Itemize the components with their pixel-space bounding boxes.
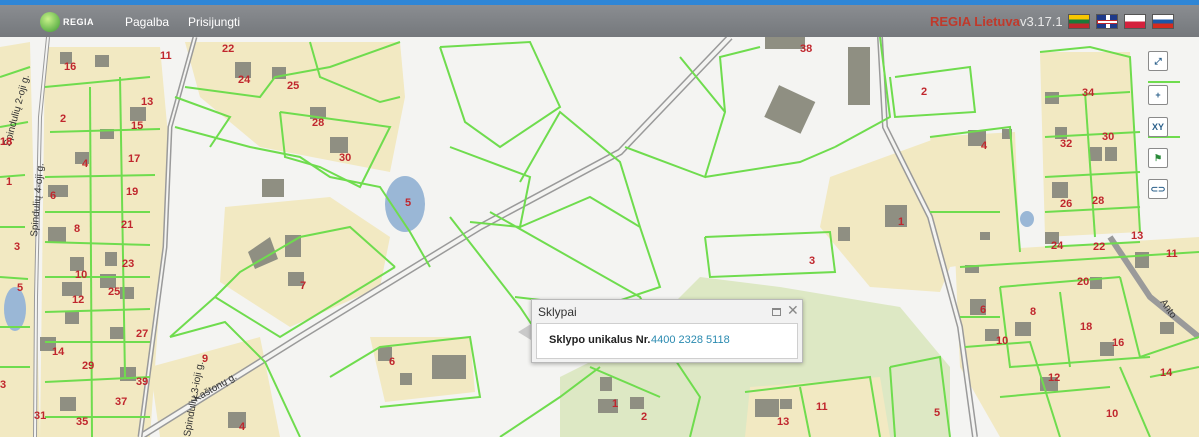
parcel-number-label: 12 [1048,372,1060,384]
parcel-number-label: 30 [1102,131,1114,143]
parcel-number-label: 31 [34,410,46,422]
parcel-number-label: 3 [809,255,815,267]
parcel-number-label: 22 [1093,241,1105,253]
measure-button[interactable]: + [1148,85,1168,105]
parcel-number-label: 7 [300,280,306,292]
parcel-number-label: 25 [108,286,120,298]
parcel-number-label: 13 [777,416,789,428]
flag-russia-icon[interactable] [1152,14,1174,29]
parcel-number-label: 28 [312,117,324,129]
parcel-number-label: 12 [72,294,84,306]
parcel-number-label: 11 [160,50,172,62]
regia-logo-icon [40,12,60,32]
parcel-number-label: 24 [1051,240,1064,252]
parcel-number-label: 21 [121,219,133,231]
logo-text: REGIA [63,17,95,27]
popup-body: Sklypo unikalus Nr. 4400 2328 5118 [536,323,798,359]
flag-uk-icon[interactable] [1096,14,1118,29]
parcel-number-label: 25 [287,80,299,92]
parcel-id-label: Sklypo unikalus Nr. [549,334,651,346]
parcel-number-label: 10 [1106,408,1118,420]
parcel-number-label: 32 [1060,138,1072,150]
link-button[interactable]: ⊂⊃ [1148,179,1168,199]
parcel-number-label: 18 [0,136,12,148]
xy-coordinates-button[interactable]: XY [1148,117,1168,137]
parcel-number-label: 1 [612,398,618,410]
parcel-number-label: 15 [131,120,143,132]
parcel-number-label: 39 [136,376,148,388]
parcel-number-label: 9 [202,353,208,365]
parcel-number-label: 5 [405,197,411,209]
flag-poland-icon[interactable] [1124,14,1146,29]
version-label: v3.17.1 [1020,14,1063,29]
parcel-number-label: 1 [898,216,904,228]
parcel-number-label: 11 [816,401,828,413]
parcel-number-label: 4 [239,421,246,433]
parcel-number-label: 10 [75,269,87,281]
parcel-number-label: 6 [389,356,395,368]
parcel-number-label: 3 [0,379,6,391]
parcel-number-label: 14 [52,346,65,358]
flag-lithuania-icon[interactable] [1068,14,1090,29]
parcel-number-label: 38 [800,43,812,55]
parcel-number-label: 8 [74,223,80,235]
brand-title: REGIA Lietuva [930,14,1020,29]
xy-coordinates-icon: XY [1151,122,1164,132]
full-extent-icon: ⤢ [1154,56,1162,66]
popup-title: Sklypai [538,305,577,319]
parcel-info-popup: Sklypai ✕ Sklypo unikalus Nr. 4400 2328 … [531,299,803,363]
parcel-number-label: 34 [1082,87,1095,99]
parcel-number-label: 4 [82,158,89,170]
parcel-number-label: 5 [934,407,940,419]
parcel-number-label: 27 [136,328,148,340]
regia-logo[interactable]: REGIA [40,12,102,32]
parcel-number-label: 28 [1092,195,1104,207]
parcel-number-label: 19 [126,186,138,198]
parcel-number-label: 8 [1030,306,1036,318]
parcel-number-label: 4 [981,140,988,152]
parcel-number-label: 3 [14,241,20,253]
parcel-number-label: 16 [64,61,76,73]
popup-pointer [518,324,531,340]
parcel-number-label: 29 [82,360,94,372]
parcel-number-label: 1 [6,176,12,188]
link-icon: ⊂⊃ [1150,184,1166,194]
parcel-number-label: 18 [1080,321,1092,333]
parcel-number-label: 5 [17,282,23,294]
close-icon[interactable]: ✕ [787,303,799,317]
parcel-number-label: 2 [921,86,927,98]
parcel-number-label: 14 [1160,367,1173,379]
measure-icon: + [1155,90,1161,100]
parcel-number-label: 24 [238,74,251,86]
parcel-number-label: 6 [50,190,56,202]
parcel-number-label: 13 [1131,230,1143,242]
parcel-number-label: 13 [141,96,153,108]
maximize-icon[interactable] [772,308,781,316]
parcel-number-label: 11 [1166,248,1178,260]
parcel-number-label: 30 [339,152,351,164]
app-header: REGIA Pagalba Prisijungti REGIA Lietuva … [0,5,1199,37]
parcel-number-label: 26 [1060,198,1072,210]
flag-marker-button[interactable]: ⚑ [1148,148,1168,168]
full-extent-button[interactable]: ⤢ [1148,51,1168,71]
parcel-number-label: 2 [60,113,66,125]
parcel-number-label: 6 [980,304,986,316]
nav-help-link[interactable]: Pagalba [125,15,169,29]
parcel-number-label: 16 [1112,337,1124,349]
flag-marker-icon: ⚑ [1153,153,1163,163]
nav-login-link[interactable]: Prisijungti [188,15,240,29]
parcel-number-label: 2 [641,411,647,423]
parcel-id-link[interactable]: 4400 2328 5118 [651,334,730,346]
parcel-number-label: 35 [76,416,88,428]
parcel-number-label: 37 [115,396,127,408]
parcel-number-label: 20 [1077,276,1089,288]
parcel-number-label: 10 [996,335,1008,347]
parcel-number-label: 17 [128,153,140,165]
parcel-number-label: 23 [122,258,134,270]
parcel-number-label: 22 [222,43,234,55]
cadastral-map[interactable]: Spindulių 4-oji g. Spindulių 2-oji g. Sp… [0,37,1199,437]
